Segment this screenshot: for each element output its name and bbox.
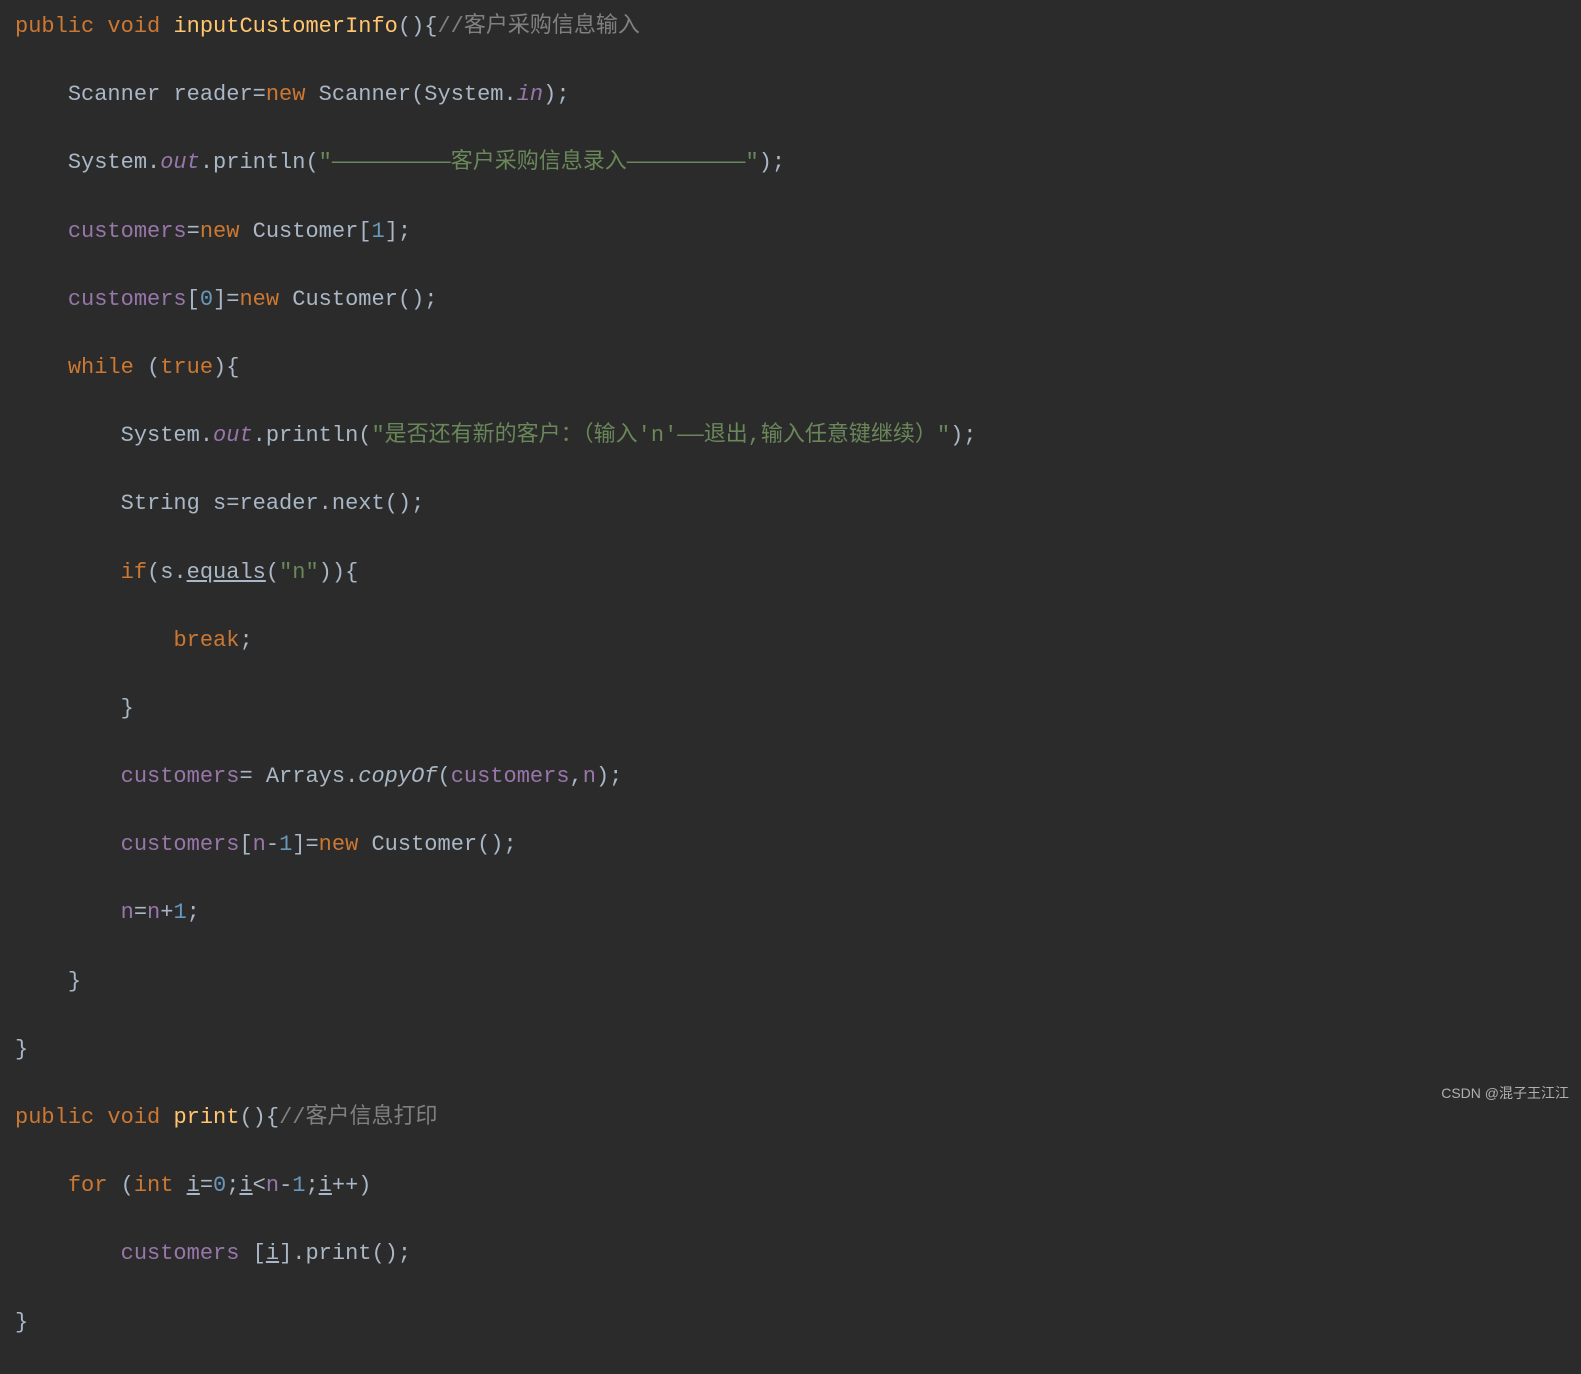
code-line: } <box>15 965 1566 999</box>
var-s: s <box>160 560 173 585</box>
code-line: while (true){ <box>15 351 1566 385</box>
string-literal: "是否还有新的客户：（输入'n'——退出,输入任意键继续）" <box>371 423 950 448</box>
number-literal: 1 <box>173 900 186 925</box>
comment: //客户采购信息输入 <box>437 14 639 39</box>
keyword-new: new <box>319 832 359 857</box>
number-literal: 1 <box>292 1173 305 1198</box>
string-literal: "n" <box>279 560 319 585</box>
field-out: out <box>213 423 253 448</box>
field-customers: customers <box>121 764 240 789</box>
code-line: System.out.println("是否还有新的客户：（输入'n'——退出,… <box>15 419 1566 453</box>
call-println: println <box>213 150 305 175</box>
keyword-public: public <box>15 14 94 39</box>
code-line: String s=reader.next(); <box>15 487 1566 521</box>
field-customers: customers <box>451 764 570 789</box>
keyword-void: void <box>107 1105 160 1130</box>
call-print: print <box>305 1241 371 1266</box>
brace-close: } <box>121 696 134 721</box>
field-n: n <box>583 764 596 789</box>
class-system: System <box>121 423 200 448</box>
type-customer: Customer <box>292 287 398 312</box>
comment: //客户信息打印 <box>279 1105 437 1130</box>
keyword-break: break <box>173 628 239 653</box>
code-line: } <box>15 1033 1566 1067</box>
code-line: if(s.equals("n")){ <box>15 556 1566 590</box>
field-out: out <box>160 150 200 175</box>
var-reader: reader <box>239 491 318 516</box>
code-line: public void print(){//客户信息打印 <box>15 1101 1566 1135</box>
keyword-new: new <box>239 287 279 312</box>
string-literal: "—————————客户采购信息录入—————————" <box>319 150 759 175</box>
field-n: n <box>266 1173 279 1198</box>
watermark: CSDN @混子王江江 <box>1441 1083 1569 1105</box>
keyword-public: public <box>15 1105 94 1130</box>
call-println: println <box>266 423 358 448</box>
number-literal: 0 <box>213 1173 226 1198</box>
code-line: customers[0]=new Customer(); <box>15 283 1566 317</box>
code-line: customers= Arrays.copyOf(customers,n); <box>15 760 1566 794</box>
code-line: customers[n-1]=new Customer(); <box>15 828 1566 862</box>
code-line: } <box>15 692 1566 726</box>
punct: (){ <box>398 14 438 39</box>
keyword-while: while <box>68 355 134 380</box>
code-line: for (int i=0;i<n-1;i++) <box>15 1169 1566 1203</box>
type-string: String <box>121 491 200 516</box>
field-n: n <box>147 900 160 925</box>
keyword-new: new <box>266 82 306 107</box>
class-system: System <box>68 150 147 175</box>
ctor-scanner: Scanner <box>319 82 411 107</box>
brace-close: } <box>15 1310 28 1335</box>
code-line: customers [i].print(); <box>15 1237 1566 1271</box>
code-line: public void inputCustomerInfo(){//客户采购信息… <box>15 10 1566 44</box>
code-line: break; <box>15 624 1566 658</box>
field-in: in <box>517 82 543 107</box>
var-i: i <box>187 1173 200 1198</box>
field-customers: customers <box>121 832 240 857</box>
var-i: i <box>239 1173 252 1198</box>
code-line: Scanner reader=new Scanner(System.in); <box>15 78 1566 112</box>
code-line: n=n+1; <box>15 896 1566 930</box>
call-equals: equals <box>187 560 266 585</box>
class-system: System <box>424 82 503 107</box>
code-line: System.out.println("—————————客户采购信息录入———… <box>15 146 1566 180</box>
keyword-void: void <box>107 14 160 39</box>
keyword-if: if <box>121 560 147 585</box>
field-n: n <box>121 900 134 925</box>
field-customers: customers <box>68 219 187 244</box>
type-customer: Customer <box>371 832 477 857</box>
code-line: } <box>15 1306 1566 1340</box>
number-literal: 1 <box>279 832 292 857</box>
code-line: customers=new Customer[1]; <box>15 215 1566 249</box>
var-reader: reader <box>173 82 252 107</box>
number-literal: 0 <box>200 287 213 312</box>
method-name: print <box>173 1105 239 1130</box>
code-editor[interactable]: public void inputCustomerInfo(){//客户采购信息… <box>15 10 1566 1374</box>
method-name: inputCustomerInfo <box>173 14 397 39</box>
var-i: i <box>319 1173 332 1198</box>
call-copyof: copyOf <box>358 764 437 789</box>
field-customers: customers <box>68 287 187 312</box>
keyword-new: new <box>200 219 240 244</box>
brace-close: } <box>15 1037 28 1062</box>
var-s: s <box>213 491 226 516</box>
field-n: n <box>253 832 266 857</box>
keyword-true: true <box>160 355 213 380</box>
number-literal: 1 <box>371 219 384 244</box>
keyword-int: int <box>134 1173 174 1198</box>
keyword-for: for <box>68 1173 108 1198</box>
field-customers: customers <box>121 1241 240 1266</box>
class-arrays: Arrays <box>266 764 345 789</box>
var-i: i <box>266 1241 279 1266</box>
call-next: next <box>332 491 385 516</box>
brace-close: } <box>68 969 81 994</box>
type-customer: Customer <box>253 219 359 244</box>
type-scanner: Scanner <box>68 82 160 107</box>
